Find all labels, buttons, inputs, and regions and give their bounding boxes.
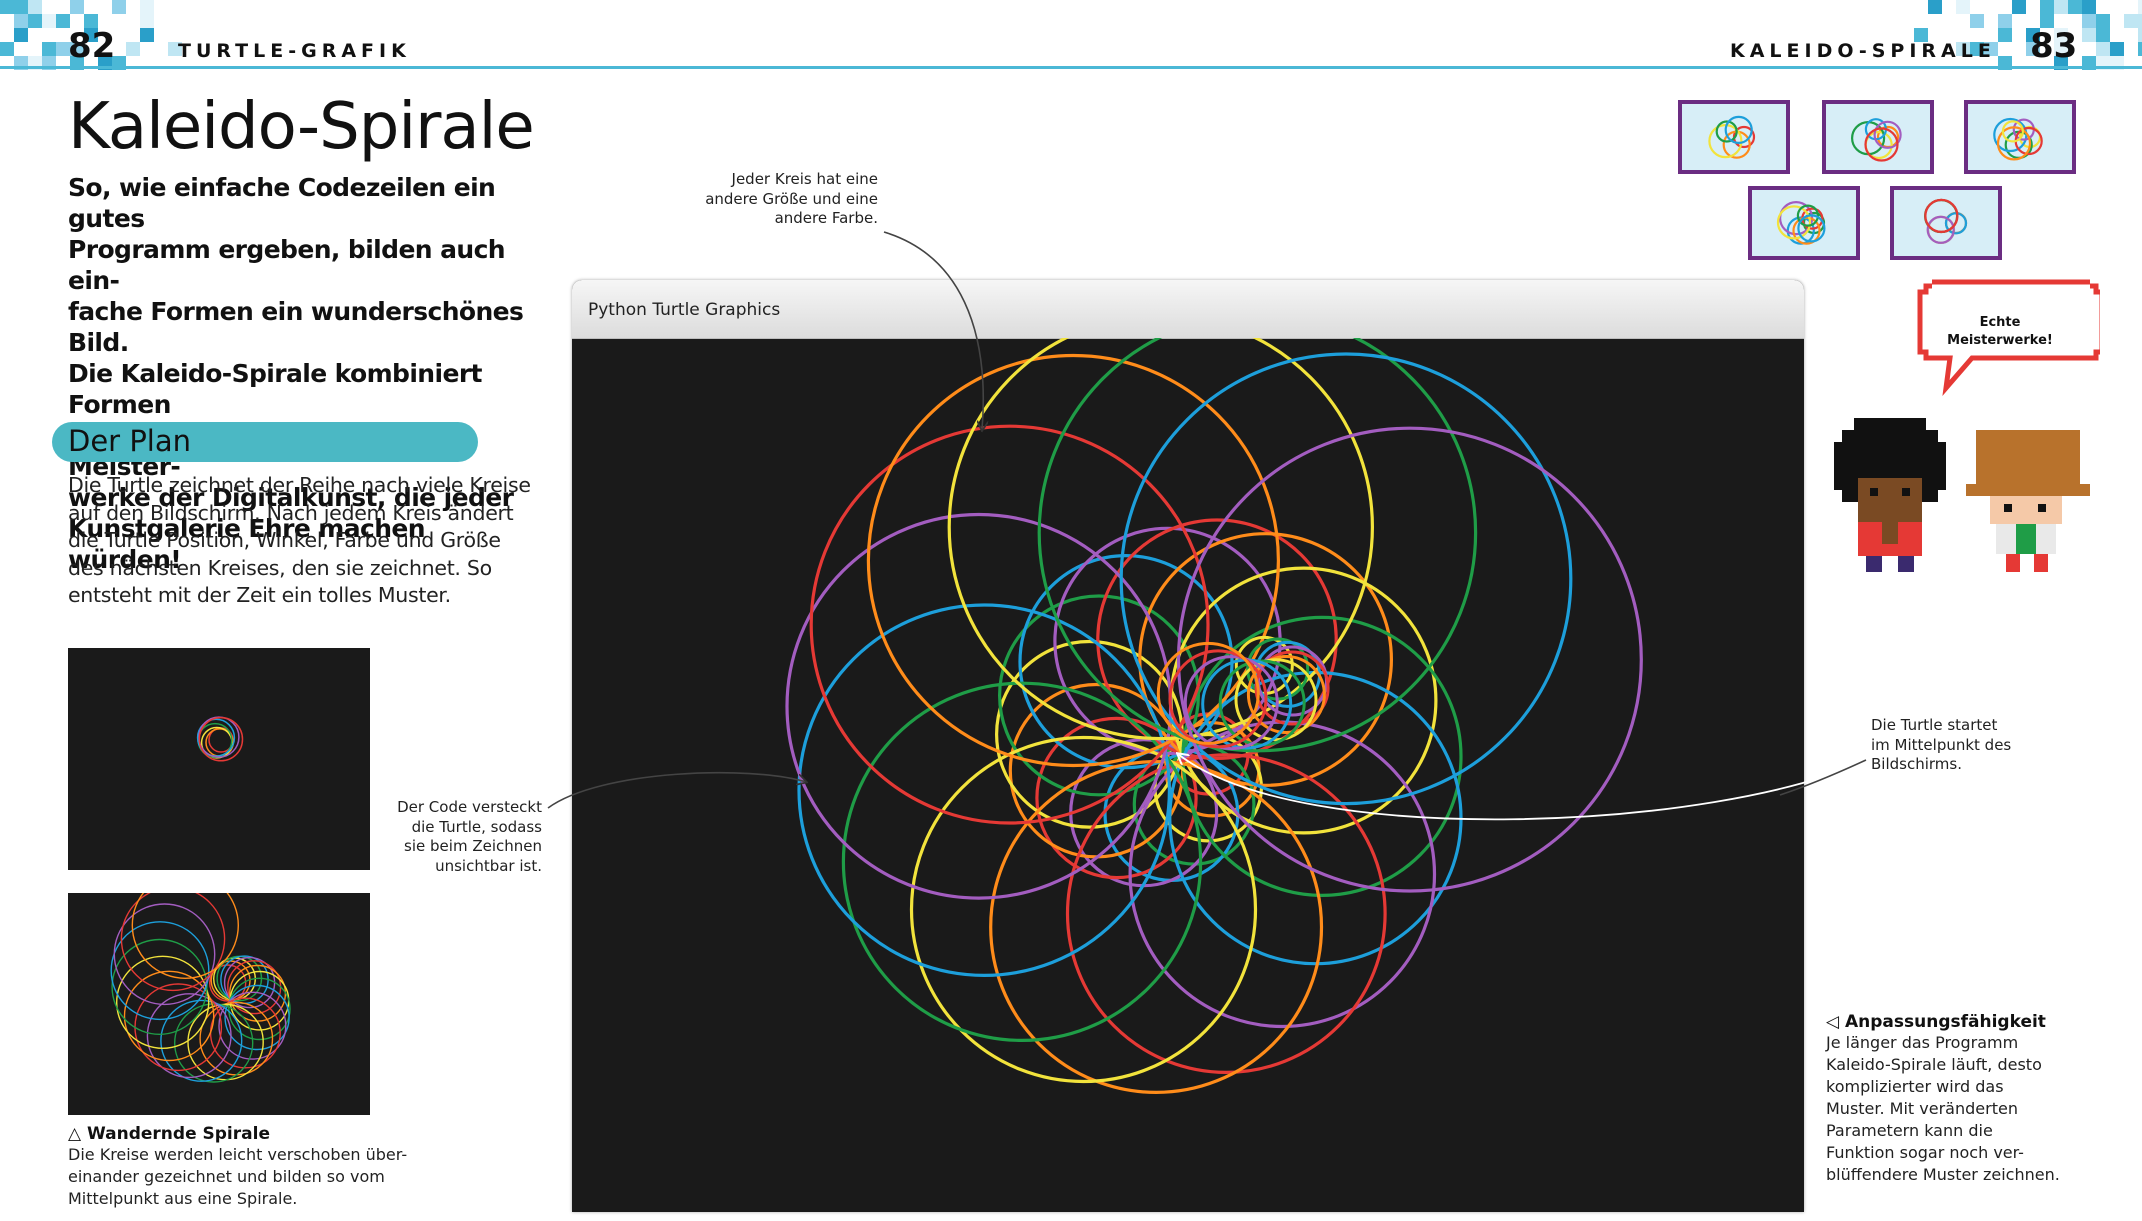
- framed-picture: [1822, 100, 1934, 174]
- pixel-characters: [1834, 418, 2090, 572]
- speech-bubble-line: Echte: [1979, 315, 2021, 330]
- character-afro-icon: [1834, 418, 1946, 572]
- speech-bubble: [1917, 279, 2100, 396]
- caption-adaptability: ◁ Anpassungsfähigkeit Je länger das Prog…: [1826, 1012, 2126, 1186]
- framed-picture: [1964, 100, 2076, 174]
- framed-picture-drawing: [1923, 198, 1968, 245]
- arrow-to-circle: [883, 231, 983, 430]
- caption-line: Muster. Mit veränderten: [1826, 1099, 2018, 1118]
- framed-picture-drawing: [1708, 115, 1756, 159]
- caption-line: Funktion sogar noch ver-: [1826, 1143, 2024, 1162]
- caption-line: komplizierter wird das: [1826, 1077, 2004, 1096]
- speech-bubble-text: Echte Meisterwerke!: [1930, 314, 2070, 350]
- speech-bubble-line: Meisterwerke!: [1947, 333, 2053, 348]
- annotation-arrows: [547, 231, 1867, 821]
- caption-heading: Anpassungsfähigkeit: [1845, 1012, 2046, 1032]
- arrow-to-hidden-turtle: [547, 771, 806, 809]
- caption-line: Parametern kann die: [1826, 1121, 1993, 1140]
- caption-line: Kaleido-Spirale läuft, desto: [1826, 1055, 2042, 1074]
- framed-picture: [1890, 186, 2002, 260]
- arrow-to-start-point: [1178, 754, 1867, 821]
- caption-line: blüffendere Muster zeichnen.: [1826, 1165, 2060, 1184]
- framed-picture-drawing: [1776, 201, 1826, 245]
- framed-picture: [1678, 100, 1790, 174]
- triangle-left-icon: ◁: [1826, 1012, 1840, 1032]
- spiral-circle: [1724, 115, 1753, 144]
- framed-picture: [1748, 186, 1860, 260]
- framed-picture-drawing: [1850, 118, 1902, 162]
- framed-picture-drawing: [1993, 117, 2043, 161]
- caption-line: Je länger das Programm: [1826, 1033, 2019, 1052]
- character-hat-icon: [1966, 430, 2090, 572]
